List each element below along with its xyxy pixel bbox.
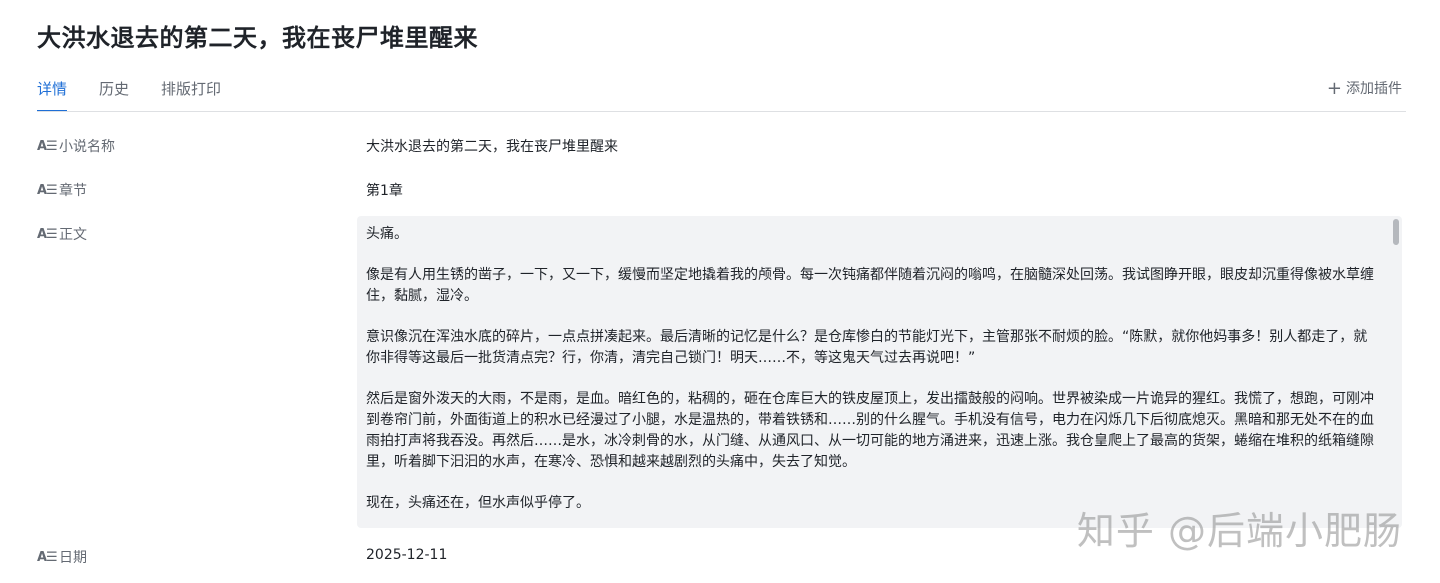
text-field-icon: A☰ <box>37 138 58 154</box>
field-label-text: 日期 <box>59 550 87 566</box>
body-text-content: 头痛。 像是有人用生锈的凿子，一下，又一下，缓慢而坚定地撬着我的颅骨。每一次钝痛… <box>366 224 1376 528</box>
page-title: 大洪水退去的第二天，我在丧尸堆里醒来 <box>37 24 478 52</box>
body-scrollbar[interactable] <box>1393 219 1399 245</box>
tab-divider <box>37 111 1406 112</box>
field-label-text: 章节 <box>59 183 87 199</box>
field-label-text: 正文 <box>59 227 87 243</box>
record-detail-page: 大洪水退去的第二天，我在丧尸堆里醒来 详情 历史 排版打印 + 添加插件 A☰ … <box>0 0 1440 583</box>
field-value-date[interactable]: 2025-12-11 <box>366 547 447 563</box>
body-text-area[interactable]: 头痛。 像是有人用生锈的凿子，一下，又一下，缓慢而坚定地撬着我的颅骨。每一次钝痛… <box>357 216 1402 528</box>
field-label-date: A☰ 日期 <box>37 547 87 567</box>
body-paragraph: 然后是窗外泼天的大雨，不是雨，是血。暗红色的，粘稠的，砸在仓库巨大的铁皮屋顶上，… <box>366 391 1374 470</box>
tab-print-layout[interactable]: 排版打印 <box>161 78 221 112</box>
field-value-novel-name[interactable]: 大洪水退去的第二天，我在丧尸堆里醒来 <box>366 136 618 156</box>
add-plugin-button[interactable]: + 添加插件 <box>1327 78 1402 100</box>
body-paragraph: 像是有人用生锈的凿子，一下，又一下，缓慢而坚定地撬着我的颅骨。每一次钝痛都伴随着… <box>366 267 1374 304</box>
tab-bar: 详情 历史 排版打印 <box>37 78 221 112</box>
field-label-body: A☰ 正文 <box>37 224 87 244</box>
tab-details[interactable]: 详情 <box>37 78 68 112</box>
field-value-chapter[interactable]: 第1章 <box>366 180 403 200</box>
text-field-icon: A☰ <box>37 182 58 198</box>
text-field-icon: A☰ <box>37 226 58 242</box>
body-paragraph: 头痛。 <box>366 226 408 242</box>
field-label-text: 小说名称 <box>59 139 115 155</box>
tab-history[interactable]: 历史 <box>99 78 129 112</box>
text-field-icon: A☰ <box>37 549 58 565</box>
plus-icon: + <box>1326 78 1342 99</box>
watermark: 知乎 @后端小肥肠 <box>1076 509 1402 553</box>
body-paragraph: 意识像沉在浑浊水底的碎片，一点点拼凑起来。最后清晰的记忆是什么？是仓库惨白的节能… <box>366 329 1368 366</box>
add-plugin-label: 添加插件 <box>1346 81 1402 97</box>
field-label-novel-name: A☰ 小说名称 <box>37 136 115 156</box>
field-label-chapter: A☰ 章节 <box>37 180 87 200</box>
